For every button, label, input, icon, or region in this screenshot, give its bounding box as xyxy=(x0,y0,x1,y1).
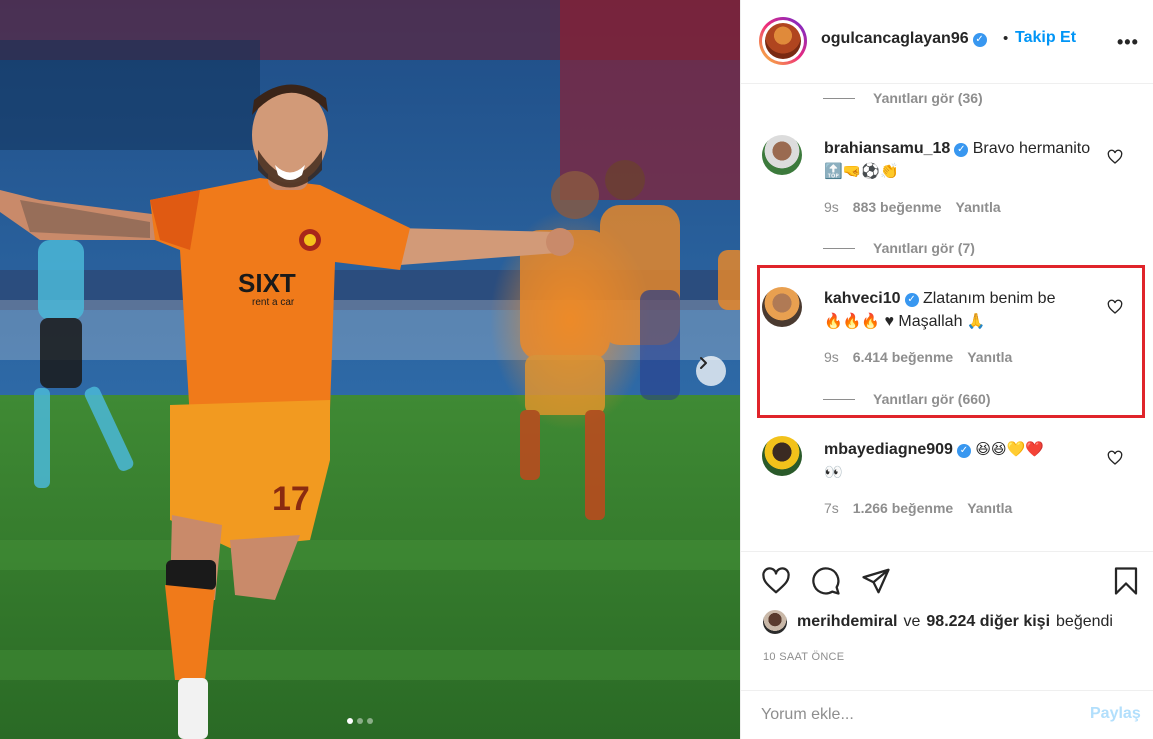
view-replies-button[interactable]: Yanıtları gör (36) xyxy=(823,90,983,106)
add-comment-bar: Paylaş xyxy=(741,690,1153,739)
comment-emojis: 😆😆💛❤️ xyxy=(975,440,1045,458)
comment-body: Zlatanım benim be xyxy=(922,290,1056,307)
chevron-right-icon xyxy=(700,357,707,369)
carousel-indicator xyxy=(347,718,373,724)
comment-emojis-2: 🙏 xyxy=(966,312,986,330)
carousel-dot-3 xyxy=(367,718,373,724)
likes-count-link[interactable]: 98.224 diğer kişi xyxy=(926,613,1050,631)
view-replies-label: Yanıtları gör (36) xyxy=(873,90,983,106)
liked-by-suffix: beğendi xyxy=(1056,613,1113,630)
liker-avatar[interactable] xyxy=(763,610,787,634)
commenter-username[interactable]: kahveci10 xyxy=(824,290,901,307)
post-photo[interactable]: SIXT rent a car 17 xyxy=(0,0,740,739)
comment-likes-count[interactable]: 883 beğenme xyxy=(853,199,942,215)
comment-like-heart-icon[interactable] xyxy=(1107,450,1123,466)
shirt-number: 17 xyxy=(272,480,310,518)
commenter-avatar[interactable] xyxy=(762,135,802,175)
verified-badge-icon: ✓ xyxy=(956,444,971,458)
verified-badge-icon: ✓ xyxy=(904,293,919,307)
view-replies-button[interactable]: Yanıtları gör (7) xyxy=(823,240,975,256)
reply-button[interactable]: Yanıtla xyxy=(967,500,1012,516)
post-image: SIXT rent a car 17 xyxy=(0,0,740,739)
commenter-username[interactable]: brahiansamu_18 xyxy=(824,140,950,157)
view-replies-button[interactable]: Yanıtları gör (660) xyxy=(823,391,990,407)
comment-time: 9s xyxy=(824,349,839,365)
reply-button[interactable]: Yanıtla xyxy=(967,349,1012,365)
post-sidebar: ogulcancaglayan96 ✓ • Takip Et ••• Yanıtl… xyxy=(740,0,1153,739)
verified-badge-icon: ✓ xyxy=(954,143,969,157)
comment-emojis: 🔝🤜⚽👏 xyxy=(824,162,899,180)
view-replies-label: Yanıtları gör (660) xyxy=(873,391,991,407)
verified-badge-icon: ✓ xyxy=(972,33,987,47)
carousel-dot-1 xyxy=(347,718,353,724)
comment-likes-count[interactable]: 6.414 beğenme xyxy=(853,349,953,365)
sponsor-text: SIXT xyxy=(238,268,296,298)
commenter-username[interactable]: mbayediagne909 xyxy=(824,441,953,458)
post-header: ogulcancaglayan96 ✓ • Takip Et ••• xyxy=(741,0,1153,84)
comment-emojis: 🔥🔥🔥 xyxy=(824,312,881,330)
post-actions: merihdemiral ve 98.224 diğer kişi beğend… xyxy=(741,551,1153,739)
comment-time: 7s xyxy=(824,500,839,516)
liked-by-connector: ve xyxy=(903,613,921,630)
author-avatar[interactable] xyxy=(759,17,807,65)
carousel-dot-2 xyxy=(357,718,363,724)
comment-bubble-icon[interactable] xyxy=(811,566,841,596)
reply-button[interactable]: Yanıtla xyxy=(956,199,1001,215)
comment-input[interactable] xyxy=(761,703,1061,727)
comment-text: brahiansamu_18 ✓ Bravo hermanito 🔝🤜⚽👏 xyxy=(824,137,1094,183)
commenter-avatar[interactable] xyxy=(762,287,802,327)
comment-meta: 9s 883 beğenme Yanıtla xyxy=(824,199,1001,215)
comment-time: 9s xyxy=(824,199,839,215)
carousel-next-button[interactable] xyxy=(696,356,726,386)
author-username-text[interactable]: ogulcancaglayan96 xyxy=(821,30,969,47)
liker-username[interactable]: merihdemiral xyxy=(797,613,897,631)
comment-meta: 7s 1.266 beğenme Yanıtla xyxy=(824,500,1012,516)
comment-body: Bravo hermanito xyxy=(972,140,1091,157)
comment-text: kahveci10 ✓ Zlatanım benim be 🔥🔥🔥 ♥ Maşal… xyxy=(824,287,1094,333)
paper-plane-icon[interactable] xyxy=(861,566,891,596)
comment-emojis-2: 👀 xyxy=(824,463,843,481)
comment-text: mbayediagne909 ✓ 😆😆💛❤️ 👀 xyxy=(824,438,1094,484)
view-replies-label: Yanıtları gör (7) xyxy=(873,240,975,256)
comment-body-2: ♥ Maşallah xyxy=(884,313,963,330)
author-username[interactable]: ogulcancaglayan96 ✓ xyxy=(821,30,987,48)
follow-button[interactable]: Takip Et xyxy=(1015,29,1076,47)
comment-like-heart-icon[interactable] xyxy=(1107,299,1123,315)
liked-by-summary: merihdemiral ve 98.224 diğer kişi beğend… xyxy=(763,610,1113,634)
bookmark-icon[interactable] xyxy=(1111,566,1141,596)
comment-likes-count[interactable]: 1.266 beğenme xyxy=(853,500,953,516)
post-comment-button[interactable]: Paylaş xyxy=(1090,705,1141,723)
header-separator: • xyxy=(1003,30,1009,47)
post-timestamp[interactable]: 10 SAAT ÖNCE xyxy=(763,651,844,663)
heart-icon[interactable] xyxy=(761,566,791,596)
commenter-avatar[interactable] xyxy=(762,436,802,476)
more-options-icon[interactable]: ••• xyxy=(1117,32,1139,53)
sponsor-subtext: rent a car xyxy=(252,297,295,308)
comment-like-heart-icon[interactable] xyxy=(1107,149,1123,165)
comment-meta: 9s 6.414 beğenme Yanıtla xyxy=(824,349,1012,365)
comments-list[interactable]: Yanıtları gör (36) brahiansamu_18 ✓ Bravo… xyxy=(741,85,1153,550)
